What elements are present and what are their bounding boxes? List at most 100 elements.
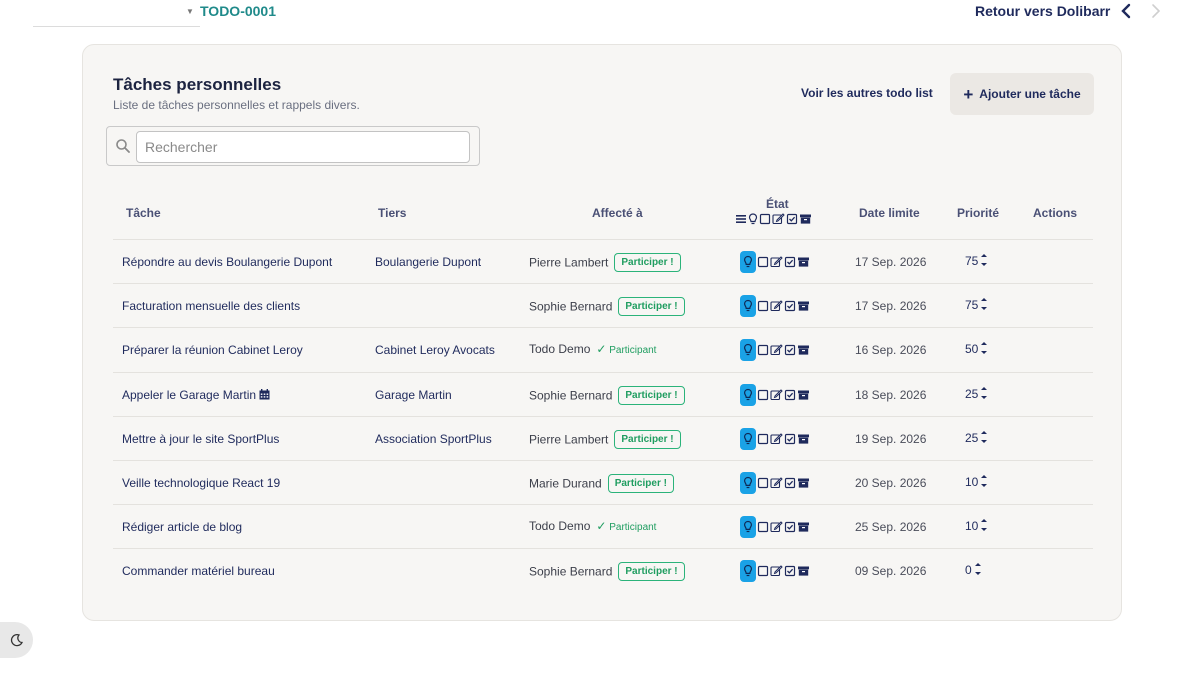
priority-cell: 10 [965, 475, 988, 491]
state-icons [740, 516, 810, 539]
add-task-button[interactable]: + Ajouter une tâche [950, 73, 1094, 115]
check-square-icon[interactable] [784, 389, 796, 401]
edit-icon[interactable] [770, 300, 783, 312]
state-icons [740, 339, 810, 362]
edit-icon[interactable] [770, 388, 783, 401]
assigned-user: Sophie Bernard [529, 299, 613, 314]
task-title: Rédiger article de blog [122, 520, 243, 535]
priority-stepper[interactable] [980, 429, 988, 445]
lightbulb-icon[interactable] [740, 516, 756, 539]
priority-stepper[interactable] [974, 561, 982, 577]
lightbulb-icon[interactable] [740, 383, 756, 406]
assigned-cell: Pierre Lambert Participer ! [529, 429, 681, 450]
search-input[interactable] [136, 131, 470, 163]
back-to-dolibarr-link[interactable]: Retour vers Dolibarr [975, 3, 1110, 19]
task-title-link[interactable]: Mettre à jour le site SportPlus [122, 432, 279, 446]
square-icon[interactable] [757, 521, 769, 533]
tiers-link[interactable]: Boulangerie Dupont [375, 255, 481, 269]
participate-button[interactable]: Participer ! [607, 474, 674, 493]
task-title-link[interactable]: Commander matériel bureau [122, 564, 275, 578]
archive-icon[interactable] [797, 300, 810, 312]
due-date: 17 Sep. 2026 [855, 255, 927, 269]
lightbulb-icon[interactable] [740, 560, 756, 583]
edit-icon[interactable] [770, 256, 783, 268]
assigned-user: Sophie Bernard [529, 565, 613, 580]
lightbulb-icon[interactable] [740, 427, 756, 450]
task-title-link[interactable]: Facturation mensuelle des clients [122, 299, 300, 313]
archive-icon[interactable] [797, 477, 810, 489]
priority-cell: 25 [965, 429, 988, 447]
priority-stepper[interactable] [980, 296, 988, 312]
tiers-link[interactable]: Association SportPlus [375, 432, 492, 446]
chevron-left-icon[interactable] [1120, 1, 1132, 26]
check-square-icon[interactable] [784, 521, 796, 533]
dark-mode-toggle[interactable] [0, 622, 33, 658]
check-square-icon[interactable] [784, 565, 796, 577]
participate-button[interactable]: Participer ! [618, 562, 685, 582]
square-icon[interactable] [759, 213, 771, 225]
assigned-cell: Sophie Bernard Participer ! [529, 562, 685, 582]
assigned-cell: Todo Demo ✓ Participant [529, 519, 656, 533]
priority-stepper[interactable] [980, 473, 988, 489]
state-icons [740, 295, 810, 318]
square-icon[interactable] [757, 344, 769, 356]
plus-icon: + [963, 84, 974, 104]
priority-stepper[interactable] [980, 385, 988, 401]
check-square-icon[interactable] [784, 433, 796, 445]
participate-button[interactable]: Participer ! [618, 297, 685, 317]
square-icon[interactable] [757, 565, 769, 577]
edit-icon[interactable] [770, 433, 783, 445]
check-square-icon[interactable] [784, 477, 796, 489]
edit-icon[interactable] [770, 565, 783, 577]
priority-cell: 75 [965, 254, 988, 270]
lightbulb-icon[interactable] [740, 472, 756, 494]
priority-stepper[interactable] [980, 252, 988, 268]
edit-icon[interactable] [770, 344, 783, 356]
archive-icon[interactable] [799, 213, 812, 225]
archive-icon[interactable] [797, 565, 810, 577]
square-icon[interactable] [757, 300, 769, 312]
priority-cell: 10 [965, 519, 988, 535]
participate-button[interactable]: Participer ! [614, 253, 681, 272]
task-title-link[interactable]: Veille technologique React 19 [122, 476, 280, 490]
edit-icon[interactable] [770, 477, 783, 489]
archive-icon[interactable] [797, 389, 810, 401]
participate-button[interactable]: Participer ! [618, 385, 685, 405]
archive-icon[interactable] [797, 344, 810, 356]
priority-stepper[interactable] [980, 340, 988, 356]
square-icon[interactable] [757, 256, 769, 268]
square-icon[interactable] [757, 477, 769, 489]
task-title-link[interactable]: Répondre au devis Boulangerie Dupont [122, 255, 332, 269]
participate-button[interactable]: Participer ! [614, 429, 681, 449]
check-square-icon[interactable] [784, 256, 796, 268]
edit-icon[interactable] [772, 213, 785, 225]
task-title-link[interactable]: Appeler le Garage Martin [122, 388, 270, 402]
check-square-icon[interactable] [786, 213, 798, 225]
task-title-link[interactable]: Préparer la réunion Cabinet Leroy [122, 343, 303, 357]
lightbulb-icon[interactable] [740, 339, 756, 362]
archive-icon[interactable] [797, 521, 810, 533]
priority-stepper[interactable] [980, 517, 988, 533]
check-square-icon[interactable] [784, 300, 796, 312]
edit-icon[interactable] [770, 521, 783, 533]
state-icons [740, 560, 810, 583]
lightbulb-icon[interactable] [740, 295, 756, 318]
other-todo-lists-link[interactable]: Voir les autres todo list [801, 86, 933, 100]
list-icon[interactable] [735, 213, 747, 225]
check-icon: ✓ [596, 342, 607, 357]
square-icon[interactable] [757, 389, 769, 401]
lightbulb-icon[interactable] [740, 251, 756, 273]
list-selector[interactable]: ▼ [33, 0, 200, 27]
square-icon[interactable] [757, 433, 769, 445]
task-title-link[interactable]: Rédiger article de blog [122, 520, 242, 534]
chevron-right-icon[interactable] [1150, 1, 1162, 26]
check-square-icon[interactable] [784, 344, 796, 356]
task-title: Veille technologique React 19 [122, 476, 281, 490]
tiers-link[interactable]: Cabinet Leroy Avocats [375, 343, 495, 357]
archive-icon[interactable] [797, 433, 810, 445]
column-header-actions: Actions [1033, 206, 1078, 220]
lightbulb-icon[interactable] [748, 213, 758, 225]
archive-icon[interactable] [797, 256, 810, 268]
state-icons [740, 427, 810, 450]
tiers-link[interactable]: Garage Martin [375, 388, 452, 402]
